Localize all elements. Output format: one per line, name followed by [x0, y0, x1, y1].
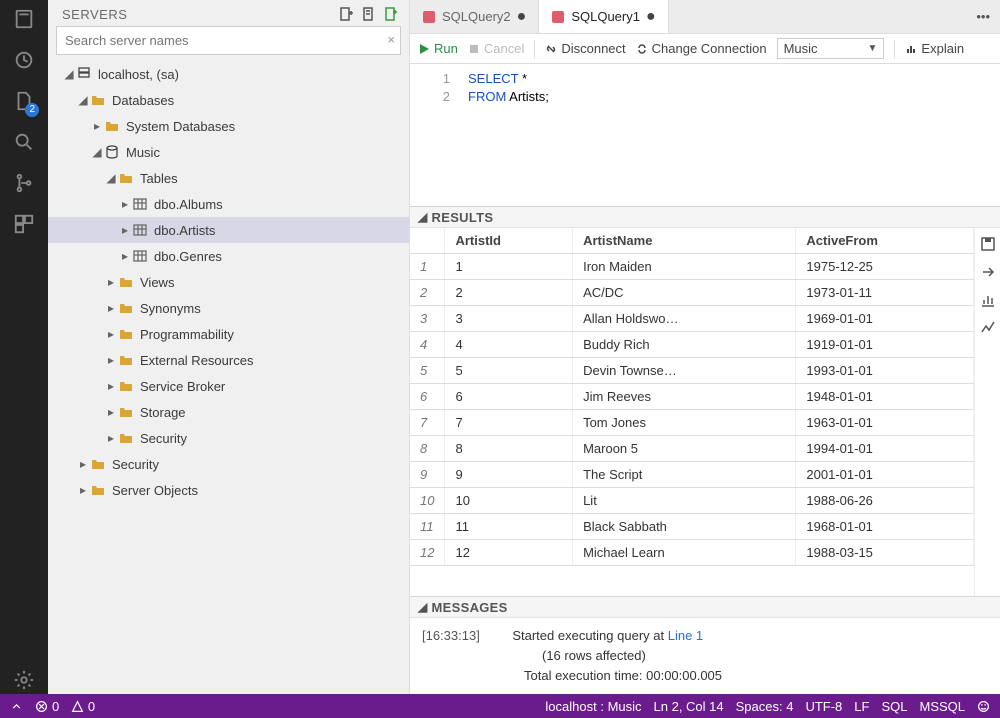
status-problems[interactable]: 0 0: [35, 699, 95, 714]
status-language[interactable]: SQL: [881, 699, 907, 714]
status-server-type[interactable]: MSSQL: [919, 699, 965, 714]
tree-folder[interactable]: ▸Security: [48, 451, 409, 477]
messages-panel: [16:33:13] Started executing query at Li…: [410, 618, 1000, 694]
editor-tabs: SQLQuery2●SQLQuery1● •••: [410, 0, 1000, 34]
explain-button[interactable]: Explain: [905, 41, 964, 56]
status-eol[interactable]: LF: [854, 699, 869, 714]
table-row[interactable]: 88Maroon 51994-01-01: [410, 436, 974, 462]
servers-sidebar: SERVERS × ◢localhost, (sa)◢Databases▸Sys…: [48, 0, 410, 694]
tree-databases[interactable]: ◢Databases: [48, 87, 409, 113]
status-cursor-pos[interactable]: Ln 2, Col 14: [654, 699, 724, 714]
refresh-servers-icon[interactable]: [383, 6, 399, 22]
tree-folder[interactable]: ▸Storage: [48, 399, 409, 425]
tree-folder[interactable]: ▸Server Objects: [48, 477, 409, 503]
files-badge: 2: [25, 103, 39, 117]
table-row[interactable]: 33Allan Holdswo…1969-01-01: [410, 306, 974, 332]
table-row[interactable]: 1212Michael Learn1988-03-15: [410, 540, 974, 566]
export-results-icon[interactable]: [980, 264, 996, 280]
visualize-results-icon[interactable]: [980, 320, 996, 336]
table-row[interactable]: 11Iron Maiden1975-12-25: [410, 254, 974, 280]
status-encoding[interactable]: UTF-8: [805, 699, 842, 714]
tree-db-music[interactable]: ◢Music: [48, 139, 409, 165]
tree-table[interactable]: ▸dbo.Genres: [48, 243, 409, 269]
table-row[interactable]: 1010Lit1988-06-26: [410, 488, 974, 514]
table-row[interactable]: 66Jim Reeves1948-01-01: [410, 384, 974, 410]
cancel-button: Cancel: [468, 41, 524, 56]
table-row[interactable]: 1111Black Sabbath1968-01-01: [410, 514, 974, 540]
results-header[interactable]: ◢RESULTS: [410, 206, 1000, 228]
tree-folder[interactable]: ▸Service Broker: [48, 373, 409, 399]
status-indent[interactable]: Spaces: 4: [736, 699, 794, 714]
editor-tab[interactable]: SQLQuery2●: [410, 0, 539, 33]
change-connection-button[interactable]: Change Connection: [636, 41, 767, 56]
query-toolbar: Run Cancel Disconnect Change Connection …: [410, 34, 1000, 64]
sql-editor[interactable]: 12 SELECT *FROM Artists;: [410, 64, 1000, 206]
new-query-icon[interactable]: [361, 6, 377, 22]
search-servers-input[interactable]: [56, 26, 401, 55]
tree-server[interactable]: ◢localhost, (sa): [48, 61, 409, 87]
tree-folder[interactable]: ▸Programmability: [48, 321, 409, 347]
tree-folder[interactable]: ▸Views: [48, 269, 409, 295]
run-button[interactable]: Run: [418, 41, 458, 56]
messages-header[interactable]: ◢MESSAGES: [410, 596, 1000, 618]
results-actions: [974, 228, 1000, 596]
table-row[interactable]: 55Devin Townse…1993-01-01: [410, 358, 974, 384]
tree-table[interactable]: ▸dbo.Artists: [48, 217, 409, 243]
database-selector[interactable]: Music▼: [777, 38, 885, 59]
tree-folder[interactable]: ▸Synonyms: [48, 295, 409, 321]
clear-search-icon[interactable]: ×: [387, 32, 395, 47]
new-connection-icon[interactable]: [339, 6, 355, 22]
servers-activity-icon[interactable]: [13, 8, 35, 33]
settings-activity-icon[interactable]: [13, 669, 35, 694]
extensions-activity-icon[interactable]: [13, 213, 35, 238]
server-tree: ◢localhost, (sa)◢Databases▸System Databa…: [48, 59, 409, 694]
status-connection[interactable]: localhost : Music: [545, 699, 641, 714]
tree-folder[interactable]: ▸Security: [48, 425, 409, 451]
table-row[interactable]: 99The Script2001-01-01: [410, 462, 974, 488]
sidebar-title: SERVERS: [62, 7, 333, 22]
tree-folder[interactable]: ▸External Resources: [48, 347, 409, 373]
results-grid[interactable]: ArtistIdArtistNameActiveFrom11Iron Maide…: [410, 228, 974, 596]
search-activity-icon[interactable]: [13, 131, 35, 156]
status-remote-icon[interactable]: [10, 700, 23, 713]
status-feedback-icon[interactable]: [977, 700, 990, 713]
tree-tables[interactable]: ◢Tables: [48, 165, 409, 191]
table-row[interactable]: 77Tom Jones1963-01-01: [410, 410, 974, 436]
activity-bar: 2: [0, 0, 48, 694]
chart-results-icon[interactable]: [980, 292, 996, 308]
status-bar: 0 0 localhost : Music Ln 2, Col 14 Space…: [0, 694, 1000, 718]
table-row[interactable]: 22AC/DC1973-01-11: [410, 280, 974, 306]
messages-line-link[interactable]: Line 1: [668, 628, 703, 643]
source-control-activity-icon[interactable]: [13, 172, 35, 197]
files-activity-icon[interactable]: 2: [13, 90, 35, 115]
disconnect-button[interactable]: Disconnect: [545, 41, 625, 56]
tab-overflow-icon[interactable]: •••: [966, 0, 1000, 33]
save-results-icon[interactable]: [980, 236, 996, 252]
tree-sysdb[interactable]: ▸System Databases: [48, 113, 409, 139]
history-activity-icon[interactable]: [13, 49, 35, 74]
tree-table[interactable]: ▸dbo.Albums: [48, 191, 409, 217]
editor-area: SQLQuery2●SQLQuery1● ••• Run Cancel Disco…: [410, 0, 1000, 694]
editor-tab[interactable]: SQLQuery1●: [539, 0, 668, 33]
table-row[interactable]: 44Buddy Rich1919-01-01: [410, 332, 974, 358]
